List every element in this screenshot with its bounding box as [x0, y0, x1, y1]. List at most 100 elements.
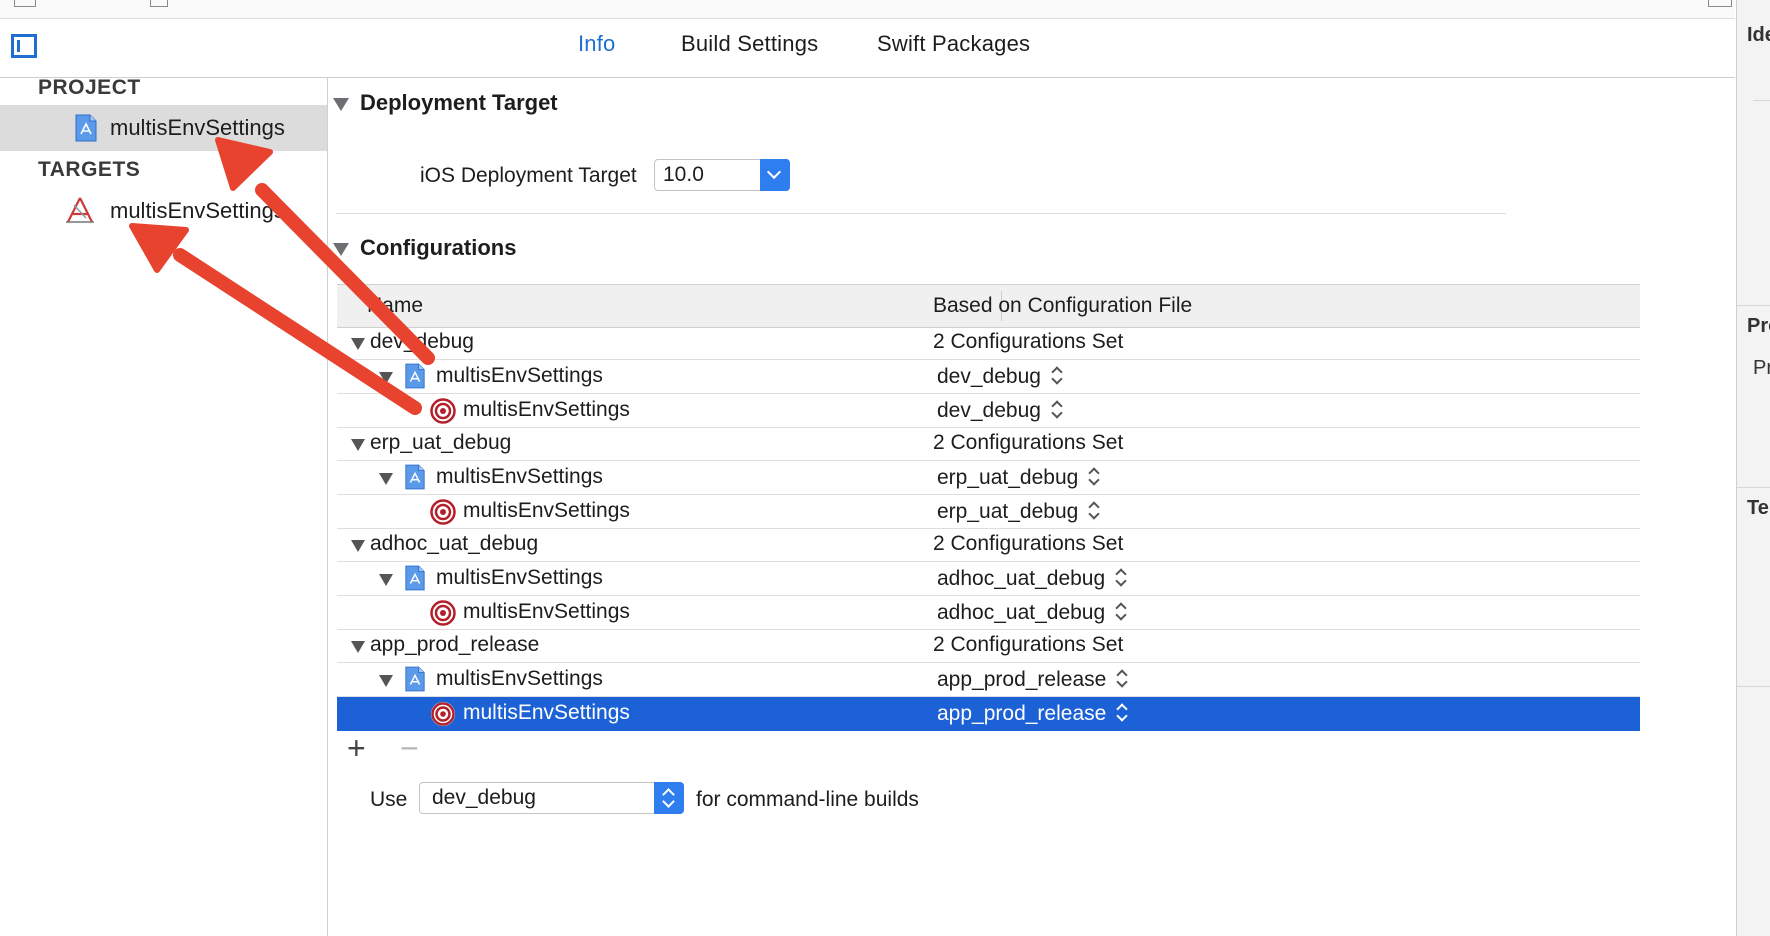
config-project-row[interactable]: multisEnvSettings erp_uat_debug [337, 461, 1640, 495]
remove-configuration-button[interactable]: − [400, 730, 419, 767]
up-down-chevron-icon [1116, 702, 1128, 722]
config-file-popup[interactable]: dev_debug [937, 365, 1063, 389]
disclosure-triangle-icon[interactable] [351, 540, 365, 552]
config-file-popup[interactable]: dev_debug [937, 399, 1063, 423]
disclosure-triangle-icon[interactable] [351, 439, 365, 451]
up-down-chevron-icon [1115, 567, 1127, 587]
config-group-row[interactable]: dev_debug 2 Configurations Set [337, 326, 1640, 360]
target-icon [430, 600, 456, 631]
target-item-label: multisEnvSettings [110, 198, 285, 223]
target-icon [430, 398, 456, 429]
disclosure-triangle-icon[interactable] [379, 372, 393, 384]
tab-build-settings[interactable]: Build Settings [681, 31, 818, 57]
inspector-project-field: Pr [1753, 357, 1770, 379]
config-group-row[interactable]: adhoc_uat_debug 2 Configurations Set [337, 528, 1640, 562]
config-file-popup[interactable]: adhoc_uat_debug [937, 601, 1127, 625]
config-group-row[interactable]: app_prod_release 2 Configurations Set [337, 629, 1640, 663]
config-file-popup[interactable]: erp_uat_debug [937, 500, 1100, 524]
up-down-chevron-icon [1051, 365, 1063, 385]
project-navigator: PROJECT multisEnvSettings TARGETS multis… [0, 76, 328, 936]
config-item-name: multisEnvSettings [436, 667, 603, 690]
config-project-row[interactable]: multisEnvSettings dev_debug [337, 360, 1640, 394]
grid-icon[interactable] [14, 0, 36, 7]
sidebar-toggle-icon[interactable] [11, 34, 37, 58]
inspector-project-header: Pro [1747, 315, 1770, 337]
config-file-value: adhoc_uat_debug [937, 567, 1106, 590]
config-file-popup[interactable]: adhoc_uat_debug [937, 567, 1127, 591]
tab-swift-packages[interactable]: Swift Packages [877, 31, 1030, 57]
config-project-row[interactable]: multisEnvSettings adhoc_uat_debug [337, 562, 1640, 596]
command-line-builds-label: for command-line builds [696, 788, 919, 811]
config-item-name: multisEnvSettings [436, 465, 603, 488]
editor-tab-bar: Info Build Settings Swift Packages [0, 19, 1735, 78]
config-name: dev_debug [370, 330, 474, 353]
add-configuration-button[interactable]: + [347, 730, 366, 767]
up-down-chevron-icon [654, 782, 684, 814]
project-item[interactable]: multisEnvSettings [0, 105, 327, 151]
project-file-icon [404, 463, 426, 496]
project-file-icon [404, 564, 426, 597]
config-item-name: multisEnvSettings [463, 499, 630, 522]
inspector-divider [1737, 305, 1770, 306]
config-summary: 2 Configurations Set [933, 532, 1124, 555]
targets-section-header: TARGETS [38, 158, 141, 181]
command-line-config-value: dev_debug [432, 786, 536, 809]
config-name: erp_uat_debug [370, 431, 512, 454]
disclosure-triangle-icon[interactable] [379, 675, 393, 687]
disclosure-triangle-icon[interactable] [351, 338, 365, 350]
inspector-toggle-icon[interactable] [1708, 0, 1732, 7]
project-file-icon [404, 362, 426, 395]
config-name: adhoc_uat_debug [370, 532, 539, 555]
disclosure-triangle-icon[interactable] [379, 473, 393, 485]
disclosure-triangle-icon[interactable] [333, 98, 349, 111]
config-file-popup[interactable]: erp_uat_debug [937, 466, 1100, 490]
inspector-panel: Ide Pro Pr Te [1736, 0, 1770, 936]
file-icon[interactable] [150, 0, 168, 7]
config-item-name: multisEnvSettings [463, 398, 630, 421]
config-file-value: adhoc_uat_debug [937, 601, 1106, 624]
config-file-value: dev_debug [937, 365, 1041, 388]
config-summary: 2 Configurations Set [933, 431, 1124, 454]
tab-info[interactable]: Info [578, 31, 616, 57]
config-file-value: app_prod_release [937, 668, 1107, 691]
deployment-target-title: Deployment Target [360, 90, 558, 115]
config-target-row-selected[interactable]: multisEnvSettings app_prod_release [337, 697, 1640, 731]
column-header-name[interactable]: Name [367, 294, 423, 318]
toolbar-strip [0, 0, 1735, 19]
inspector-text-settings-header: Te [1747, 497, 1769, 519]
config-target-row[interactable]: multisEnvSettings adhoc_uat_debug [337, 596, 1640, 630]
config-item-name: multisEnvSettings [436, 566, 603, 589]
config-file-popup[interactable]: app_prod_release [937, 668, 1128, 692]
inspector-divider [1753, 100, 1770, 101]
column-header-config-file[interactable]: Based on Configuration File [933, 294, 1192, 318]
command-line-config-popup[interactable]: dev_debug [419, 782, 684, 814]
ios-deployment-target-label: iOS Deployment Target [420, 164, 637, 187]
ios-deployment-target-popup[interactable]: 10.0 [654, 159, 790, 191]
up-down-chevron-icon [1088, 500, 1100, 520]
up-down-chevron-icon [1116, 668, 1128, 688]
up-down-chevron-icon [1051, 399, 1063, 419]
config-file-value: erp_uat_debug [937, 466, 1079, 489]
use-label: Use [370, 788, 408, 811]
inspector-divider [1737, 487, 1770, 488]
up-down-chevron-icon [1088, 466, 1100, 486]
section-divider [336, 213, 1506, 214]
configurations-title: Configurations [360, 235, 517, 260]
config-group-row[interactable]: erp_uat_debug 2 Configurations Set [337, 427, 1640, 461]
config-target-row[interactable]: multisEnvSettings dev_debug [337, 394, 1640, 428]
config-summary: 2 Configurations Set [933, 633, 1124, 656]
target-item[interactable]: multisEnvSettings [0, 188, 327, 234]
config-file-value: erp_uat_debug [937, 500, 1079, 523]
target-icon [430, 499, 456, 530]
disclosure-triangle-icon[interactable] [351, 641, 365, 653]
app-target-icon [64, 196, 96, 229]
config-target-row[interactable]: multisEnvSettings erp_uat_debug [337, 495, 1640, 529]
config-file-popup[interactable]: app_prod_release [937, 702, 1128, 726]
config-project-row[interactable]: multisEnvSettings app_prod_release [337, 663, 1640, 697]
config-item-name: multisEnvSettings [436, 364, 603, 387]
disclosure-triangle-icon[interactable] [379, 574, 393, 586]
config-file-value: dev_debug [937, 399, 1041, 422]
disclosure-triangle-icon[interactable] [333, 243, 349, 256]
table-header: Name Based on Configuration File [337, 284, 1640, 328]
config-summary: 2 Configurations Set [933, 330, 1124, 353]
